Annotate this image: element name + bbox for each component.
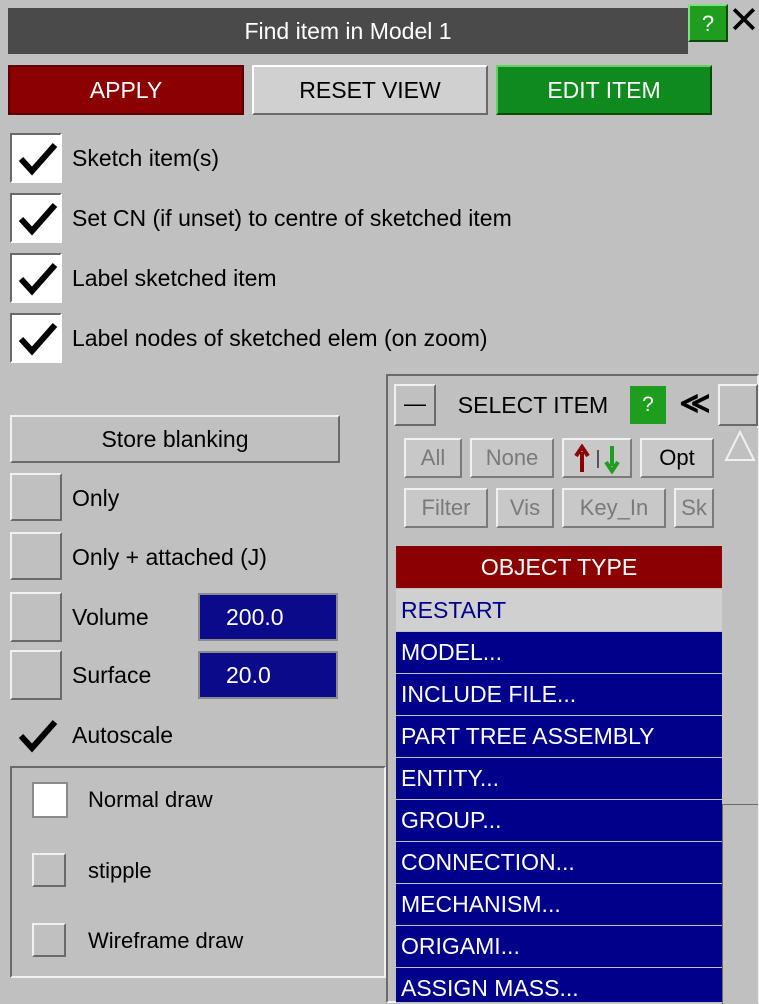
normal-draw-label: Normal draw	[88, 787, 213, 812]
checkmark-icon	[18, 720, 58, 753]
sketch-label: Sketch item(s)	[72, 145, 219, 171]
only-label: Only	[72, 485, 120, 511]
edit-item-button[interactable]: EDIT ITEM	[496, 65, 712, 115]
store-blanking-button[interactable]: Store blanking	[10, 415, 340, 463]
scroll-up-icon[interactable]	[722, 428, 758, 464]
scrollbar[interactable]	[722, 428, 758, 1004]
vis-button[interactable]: Vis	[496, 488, 554, 528]
filter-button[interactable]: Filter	[404, 488, 488, 528]
window-title: Find item in Model 1	[244, 18, 452, 44]
panel-corner-button[interactable]	[718, 384, 758, 426]
scroll-thumb[interactable]	[722, 804, 758, 1004]
surface-label: Surface	[72, 662, 152, 688]
stipple-radio[interactable]	[32, 853, 66, 887]
opt-button[interactable]: Opt	[640, 438, 714, 478]
checkmark-icon	[18, 323, 58, 356]
label-sketched-checkbox[interactable]	[10, 253, 62, 303]
all-button[interactable]: All	[404, 438, 462, 478]
list-item[interactable]: MECHANISM...	[396, 884, 722, 926]
normal-draw-radio[interactable]	[32, 782, 68, 818]
set-cn-checkbox[interactable]	[10, 193, 62, 243]
surface-toggle[interactable]	[10, 650, 62, 700]
close-icon[interactable]: ✕	[728, 2, 759, 44]
volume-label: Volume	[72, 604, 149, 630]
reset-view-button[interactable]: RESET VIEW	[252, 65, 488, 115]
select-help-button[interactable]: ?	[630, 386, 666, 424]
up-down-arrows-icon	[574, 444, 620, 474]
only-attached-label: Only + attached (J)	[72, 544, 267, 570]
list-item[interactable]: CONNECTION...	[396, 842, 722, 884]
list-item[interactable]: ORIGAMI...	[396, 926, 722, 968]
list-item[interactable]: GROUP...	[396, 800, 722, 842]
checkmark-icon	[18, 263, 58, 296]
sketch-checkbox[interactable]	[10, 133, 62, 183]
list-item[interactable]: PART TREE ASSEMBLY	[396, 716, 722, 758]
select-item-title: SELECT ITEM	[438, 384, 628, 426]
swap-order-button[interactable]	[562, 438, 632, 478]
collapse-icon[interactable]: ≪	[672, 384, 718, 426]
apply-button[interactable]: APPLY	[8, 65, 244, 115]
only-attached-toggle[interactable]	[10, 532, 62, 580]
set-cn-label: Set CN (if unset) to centre of sketched …	[72, 205, 512, 231]
label-nodes-label: Label nodes of sketched elem (on zoom)	[72, 325, 488, 351]
autoscale-checkbox[interactable]	[14, 712, 62, 760]
volume-toggle[interactable]	[10, 592, 62, 642]
stipple-label: stipple	[88, 858, 152, 883]
key-in-button[interactable]: Key_In	[562, 488, 666, 528]
checkmark-icon	[18, 203, 58, 236]
none-button[interactable]: None	[470, 438, 554, 478]
list-item[interactable]: ASSIGN MASS...	[396, 968, 722, 1003]
object-type-header: OBJECT TYPE	[396, 546, 722, 588]
restart-item[interactable]: RESTART	[396, 589, 722, 631]
volume-field[interactable]: 200.0	[198, 593, 338, 641]
wireframe-draw-radio[interactable]	[32, 923, 66, 957]
surface-field[interactable]: 20.0	[198, 651, 338, 699]
only-toggle[interactable]	[10, 473, 62, 521]
label-nodes-checkbox[interactable]	[10, 313, 62, 363]
checkmark-icon	[18, 143, 58, 176]
minimize-button[interactable]: —	[394, 384, 436, 426]
list-item[interactable]: MODEL...	[396, 632, 722, 674]
help-button[interactable]: ?	[688, 4, 728, 42]
label-sketched-label: Label sketched item	[72, 265, 277, 291]
list-item[interactable]: ENTITY...	[396, 758, 722, 800]
sk-button[interactable]: Sk	[674, 488, 714, 528]
autoscale-label: Autoscale	[72, 722, 174, 748]
wireframe-draw-label: Wireframe draw	[88, 928, 244, 953]
list-item[interactable]: INCLUDE FILE...	[396, 674, 722, 716]
